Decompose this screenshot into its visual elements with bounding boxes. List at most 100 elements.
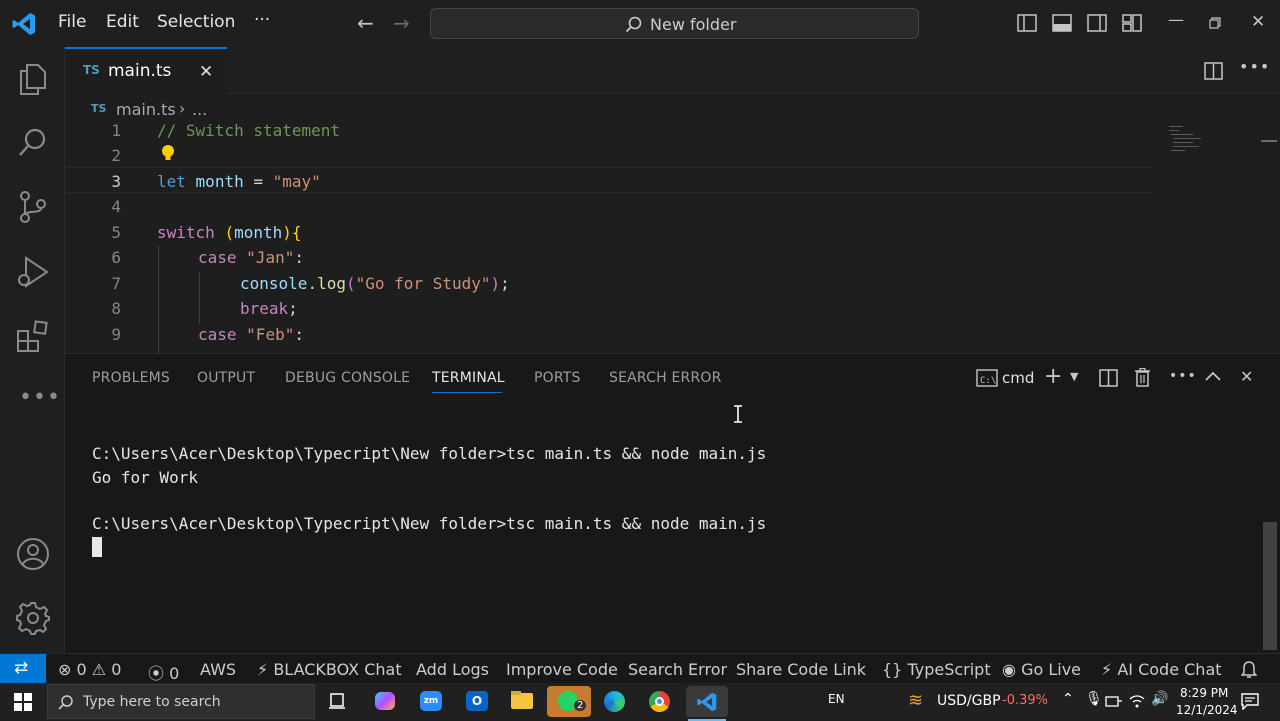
source-control-icon[interactable] [18,190,48,224]
tab-debug-console[interactable]: DEBUG CONSOLE [285,370,410,386]
settings-gear-icon[interactable] [16,601,50,635]
chevron-down-icon[interactable]: ▼ [1070,371,1078,382]
menu-more[interactable]: ··· [254,10,270,30]
split-editor-icon[interactable] [1204,62,1223,80]
terminal-scrollbar[interactable] [1263,522,1277,650]
windows-start-icon[interactable] [14,693,32,711]
vscode-logo-icon [12,13,35,35]
restore-icon[interactable] [1209,17,1221,29]
remote-indicator[interactable]: ⇄ [0,654,46,684]
notifications-bell-icon[interactable] [1241,660,1257,678]
show-hidden-icons-icon[interactable]: ⌃ [1062,691,1074,707]
breadcrumb-symbols[interactable]: ... [192,100,207,119]
volume-icon[interactable]: 🔊 [1151,691,1168,707]
indent-guide [158,246,159,353]
chrome-app-icon[interactable] [643,686,677,717]
network-icon[interactable] [1105,694,1123,708]
clock-time[interactable]: 8:29 PM [1180,686,1228,700]
command-center-search[interactable]: New folder [430,8,919,39]
menu-file[interactable]: File [58,12,86,32]
whatsapp-app-icon[interactable]: 2 [547,686,591,717]
panel-more-actions-icon[interactable]: ••• [1169,369,1197,383]
forward-arrow-icon[interactable]: → [393,13,410,33]
overview-ruler-marker [1261,140,1277,142]
tab-output[interactable]: OUTPUT [197,370,255,386]
vscode-app-icon[interactable] [686,686,728,721]
new-terminal-icon[interactable]: + [1044,366,1062,388]
shell-name[interactable]: cmd [1002,369,1034,387]
terminal-line: C:\Users\Acer\Desktop\Typecript\New fold… [92,514,767,533]
svg-text:C:\: C:\ [980,376,996,386]
outlook-app-icon[interactable]: O [460,686,494,717]
close-window-icon[interactable]: ✕ [1251,14,1265,31]
toggle-secondary-sidebar-icon[interactable] [1087,14,1107,32]
toggle-primary-sidebar-icon[interactable] [1017,14,1037,32]
close-tab-icon[interactable]: ✕ [199,62,213,82]
wifi-icon[interactable] [1129,693,1145,709]
code-line-5: switch (month){ [157,223,302,242]
ai-code-chat[interactable]: ⚡ AI Code Chat [1101,660,1222,679]
menu-selection[interactable]: Selection [157,12,235,32]
task-view-icon[interactable] [328,692,346,710]
trash-icon[interactable] [1134,368,1151,387]
remote-icon: ⇄ [14,658,29,678]
file-explorer-app-icon[interactable] [505,686,539,717]
notification-center-icon[interactable] [1241,693,1259,710]
breadcrumb-separator: › [179,99,186,118]
edge-app-icon[interactable] [598,686,632,717]
zoom-app-icon[interactable]: zm [414,686,448,717]
radio-tower-icon: ◉ [1002,660,1016,679]
back-arrow-icon[interactable]: ← [357,13,374,33]
split-terminal-icon[interactable] [1099,369,1118,387]
blackbox-chat[interactable]: ⚡ BLACKBOX Chat [257,660,402,679]
minimize-icon[interactable]: — [1168,12,1184,28]
toggle-panel-icon[interactable] [1052,14,1072,32]
tab-ports[interactable]: PORTS [534,370,581,386]
search-icon [625,16,642,33]
breadcrumb-file[interactable]: main.ts [116,100,176,119]
ports-indicator[interactable]: ⦿ 0 [148,660,179,684]
maximize-panel-icon[interactable] [1205,370,1221,382]
vscode-logo-icon [697,692,717,712]
add-logs[interactable]: Add Logs [416,660,489,679]
account-icon[interactable] [16,537,50,571]
close-panel-icon[interactable]: ✕ [1240,369,1253,385]
lightbulb-icon[interactable] [161,144,175,162]
customize-layout-icon[interactable] [1122,14,1142,32]
aws-status[interactable]: AWS [200,660,236,679]
search-error[interactable]: Search Error [628,660,727,679]
code-editor[interactable]: 1 2 3 4 5 6 7 8 9 // Switch statement le… [65,124,1280,353]
menu-edit[interactable]: Edit [106,12,139,32]
tab-main-ts[interactable]: TS main.ts ✕ [65,47,227,94]
braces-icon: {} [882,660,903,679]
editor-more-actions-icon[interactable]: ••• [1239,59,1270,75]
terminal-icon: C:\ [976,369,998,387]
explorer-icon[interactable] [18,63,48,95]
indent-guide [199,272,200,324]
search-icon [58,695,73,710]
share-code-link[interactable]: Share Code Link [736,660,866,679]
search-icon[interactable] [18,127,48,157]
line-number: 2 [111,146,121,165]
search-label: New folder [650,15,737,34]
minimap[interactable] [1165,124,1205,164]
extensions-icon[interactable] [16,319,50,353]
tab-search-error[interactable]: SEARCH ERROR [609,370,722,386]
tab-terminal[interactable]: TERMINAL [432,370,505,386]
line-number: 8 [111,299,121,318]
errors-indicator[interactable]: ⊗ 0 ⚠ 0 [58,660,121,679]
go-live[interactable]: ◉ Go Live [1002,660,1081,679]
copilot-app-icon[interactable] [368,686,402,717]
taskbar-search[interactable]: Type here to search [47,684,315,719]
warning-icon: ⚠ [91,660,107,679]
microphone-icon[interactable]: 🎙 [1085,691,1103,707]
language-mode[interactable]: {} TypeScript [882,660,991,679]
activity-bar: ••• [0,47,65,653]
run-debug-icon[interactable] [16,255,50,289]
input-language[interactable]: EN [828,692,845,706]
more-views-icon[interactable]: ••• [19,387,61,409]
clock-date[interactable]: 12/1/2024 [1176,703,1238,717]
tab-problems[interactable]: PROBLEMS [92,370,170,386]
stock-ticker[interactable]: USD/GBP [937,693,1001,709]
improve-code[interactable]: Improve Code [506,660,618,679]
